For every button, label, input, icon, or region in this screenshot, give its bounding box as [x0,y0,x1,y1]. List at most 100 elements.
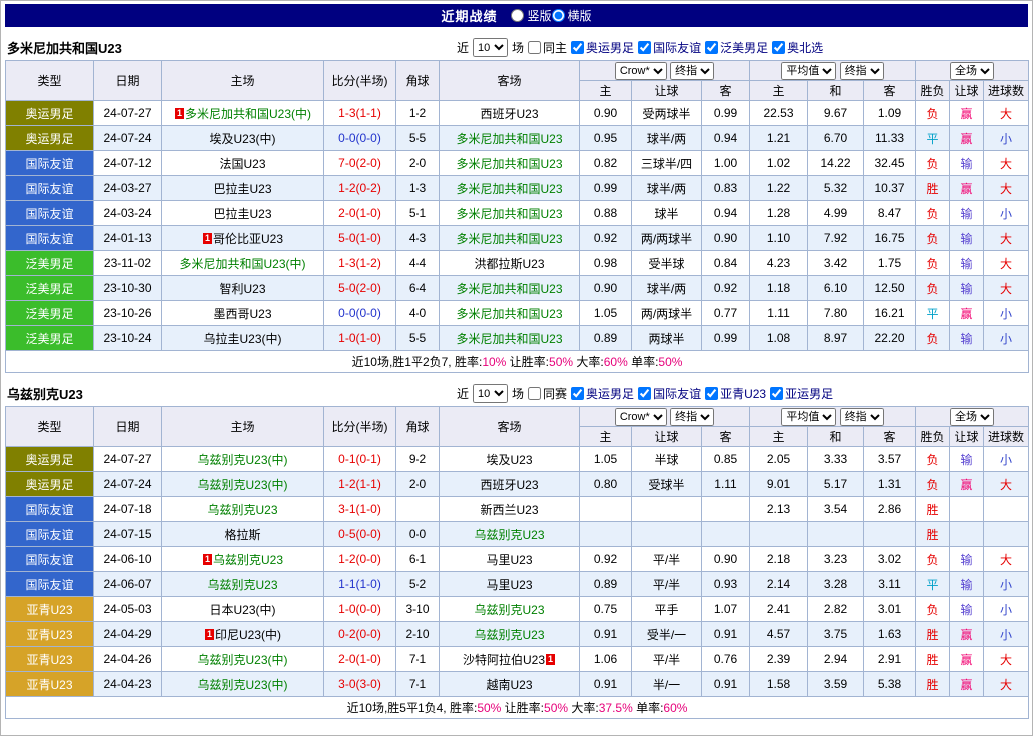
league-filter-input[interactable] [571,41,584,54]
league-filter-checkbox[interactable]: 泛美男足 [705,39,768,56]
team-link[interactable]: 多米尼加共和国U23 [456,157,562,171]
team-link[interactable]: 多米尼加共和国U23 [456,282,562,296]
layout-radio-input[interactable] [552,9,565,22]
team-link[interactable]: 多米尼加共和国U23 [456,132,562,146]
team-link[interactable]: 乌兹别克U23(中) [197,453,287,467]
league-filter-input[interactable] [772,41,785,54]
same-filter-checkbox[interactable]: 同赛 [528,385,567,402]
team-link[interactable]: 乌兹别克U23 [213,553,283,567]
team-link[interactable]: 多米尼加共和国U23(中) [179,257,305,271]
league-filter-input[interactable] [638,41,651,54]
team-link[interactable]: 法国U23 [219,157,265,171]
team-link[interactable]: 日本U23(中) [209,603,275,617]
league-filter-checkbox[interactable]: 亚运男足 [770,385,833,402]
score-cell[interactable]: 1-2(0-0) [324,547,396,572]
team-link[interactable]: 墨西哥U23 [213,307,271,321]
team-link[interactable]: 乌兹别克U23 [474,628,544,642]
score-cell[interactable]: 0-1(0-1) [324,447,396,472]
score-cell[interactable]: 1-0(0-0) [324,597,396,622]
team-link[interactable]: 新西兰U23 [480,503,538,517]
team-link[interactable]: 埃及U23 [486,453,532,467]
team-link[interactable]: 乌兹别克U23 [474,603,544,617]
layout-radio-0[interactable]: 竖版 [511,7,551,24]
score-cell[interactable]: 0-5(0-0) [324,522,396,547]
team-link[interactable]: 印尼U23(中) [215,628,281,642]
odds-company-select[interactable]: Crow* [615,408,667,426]
team-link[interactable]: 越南U23 [486,678,532,692]
team-link[interactable]: 多米尼加共和国U23 [456,182,562,196]
same-filter-checkbox[interactable]: 同主 [528,39,567,56]
odds-company-select[interactable]: Crow* [615,62,667,80]
score-cell[interactable]: 3-0(3-0) [324,672,396,697]
team-link[interactable]: 多米尼加共和国U23 [456,332,562,346]
league-filter-checkbox[interactable]: 国际友谊 [638,385,701,402]
team-link[interactable]: 西班牙U23 [480,107,538,121]
layout-radio-input[interactable] [511,9,524,22]
odds-time-select[interactable]: 终指 [670,408,714,426]
same-filter-input[interactable] [528,387,541,400]
avg-time-select[interactable]: 终指 [840,62,884,80]
league-filter-input[interactable] [638,387,651,400]
league-filter-input[interactable] [770,387,783,400]
avg-draw-cell: 7.92 [808,226,864,251]
league-filter-checkbox[interactable]: 奥北选 [772,39,823,56]
score-cell[interactable]: 1-2(0-2) [324,176,396,201]
team-link[interactable]: 巴拉圭U23 [213,182,271,196]
avg-time-select[interactable]: 终指 [840,408,884,426]
team-link[interactable]: 乌兹别克U23(中) [197,478,287,492]
league-filter-checkbox[interactable]: 奥运男足 [571,39,634,56]
team-link[interactable]: 沙特阿拉伯U23 [463,653,545,667]
team-link[interactable]: 多米尼加共和国U23 [456,307,562,321]
score-cell[interactable]: 1-3(1-1) [324,101,396,126]
team-link[interactable]: 格拉斯 [224,528,260,542]
score-cell[interactable]: 1-0(1-0) [324,326,396,351]
score-cell[interactable]: 0-2(0-0) [324,622,396,647]
score-cell[interactable]: 1-2(1-1) [324,472,396,497]
odds-time-select[interactable]: 终指 [670,62,714,80]
team-link[interactable]: 乌兹别克U23 [474,528,544,542]
score-cell[interactable]: 5-0(1-0) [324,226,396,251]
match-count-select[interactable]: 10 [473,384,508,403]
score-cell[interactable]: 0-0(0-0) [324,301,396,326]
league-filter-checkbox[interactable]: 国际友谊 [638,39,701,56]
score-cell[interactable]: 1-3(1-2) [324,251,396,276]
team-link[interactable]: 埃及U23(中) [209,132,275,146]
rate-value: 10% [482,355,506,369]
score-cell[interactable]: 3-1(1-0) [324,497,396,522]
team-link[interactable]: 乌兹别克U23(中) [197,653,287,667]
league-filter-checkbox[interactable]: 奥运男足 [571,385,634,402]
score-cell[interactable]: 0-0(0-0) [324,126,396,151]
avg-source-select[interactable]: 平均值 [781,62,836,80]
score-cell[interactable]: 7-0(2-0) [324,151,396,176]
score-cell[interactable]: 2-0(1-0) [324,201,396,226]
league-filter-input[interactable] [705,41,718,54]
team-link[interactable]: 多米尼加共和国U23 [456,232,562,246]
team-link[interactable]: 马里U23 [486,553,532,567]
score-cell[interactable]: 1-1(1-0) [324,572,396,597]
league-filter-checkbox[interactable]: 亚青U23 [705,385,766,402]
score-cell[interactable]: 2-0(1-0) [324,647,396,672]
team-link[interactable]: 哥伦比亚U23 [213,232,283,246]
team-link[interactable]: 多米尼加共和国U23 [456,207,562,221]
team-link[interactable]: 乌兹别克U23 [207,503,277,517]
league-filter-input[interactable] [571,387,584,400]
team-link[interactable]: 乌拉圭U23(中) [203,332,281,346]
goals-result-cell: 小 [984,201,1029,226]
scope-select[interactable]: 全场 [950,408,994,426]
team-link[interactable]: 乌兹别克U23 [207,578,277,592]
match-count-select[interactable]: 10 [473,38,508,57]
team-link[interactable]: 智利U23 [219,282,265,296]
same-filter-input[interactable] [528,41,541,54]
team-link[interactable]: 马里U23 [486,578,532,592]
team-link[interactable]: 西班牙U23 [480,478,538,492]
league-filter-input[interactable] [705,387,718,400]
score-cell[interactable]: 5-0(2-0) [324,276,396,301]
team-link[interactable]: 多米尼加共和国U23(中) [185,107,311,121]
scope-select[interactable]: 全场 [950,62,994,80]
team-link[interactable]: 洪都拉斯U23 [474,257,544,271]
team-link[interactable]: 巴拉圭U23 [213,207,271,221]
team-link[interactable]: 乌兹别克U23(中) [197,678,287,692]
avg-source-select[interactable]: 平均值 [781,408,836,426]
away-team-cell: 多米尼加共和国U23 [440,326,580,351]
layout-radio-1[interactable]: 横版 [552,7,592,24]
